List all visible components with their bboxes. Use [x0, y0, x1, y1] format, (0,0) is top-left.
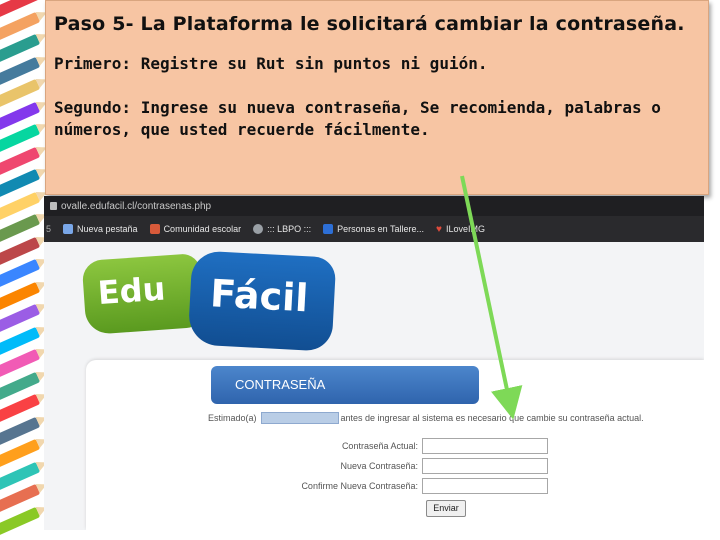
current-password-row: Contraseña Actual: — [264, 438, 548, 454]
heart-icon: ♥ — [436, 223, 442, 235]
book-icon — [149, 224, 160, 234]
password-form-panel: CONTRASEÑA Estimado(a) antes de ingresar… — [86, 360, 704, 530]
current-password-input[interactable] — [422, 438, 548, 454]
bookmark-label: Personas en Tallere... — [337, 224, 425, 234]
browser-screenshot: ovalle.edufacil.cl/contrasenas.php 5 Nue… — [44, 196, 704, 530]
estimado-suffix: antes de ingresar al sistema es necesari… — [340, 413, 644, 423]
bookmark-personas-talleres[interactable]: Personas en Tallere... — [323, 224, 424, 234]
logo-facil-text: Fácil — [209, 271, 310, 321]
instruction-step2: Segundo: Ingrese su nueva contraseña, Se… — [54, 97, 698, 141]
confirm-password-label: Confirme Nueva Contraseña: — [301, 481, 418, 491]
instruction-step2-line1: Segundo: Ingrese su nueva contraseña, Se… — [54, 98, 661, 117]
bookmark-lbpo[interactable]: ::: LBPO ::: — [253, 224, 311, 234]
estimado-prefix: Estimado(a) — [208, 413, 257, 423]
bookmark-nueva-pestana[interactable]: Nueva pestaña — [63, 224, 138, 234]
new-password-label: Nueva Contraseña: — [340, 461, 418, 471]
instruction-step2-line2: números, que usted recuerde fácilmente. — [54, 120, 430, 139]
bluejeans-icon — [323, 224, 334, 234]
bookmark-label: Nueva pestaña — [77, 224, 138, 234]
new-password-row: Nueva Contraseña: — [264, 458, 548, 474]
bookmark-comunidad-escolar[interactable]: Comunidad escolar — [149, 224, 242, 234]
confirm-password-row: Confirme Nueva Contraseña: — [264, 478, 548, 494]
colored-pencils-border — [0, 0, 46, 540]
logo-edu-text: Edu — [96, 269, 167, 313]
current-password-label: Contraseña Actual: — [341, 441, 418, 451]
edufacil-page: Edu Fácil CONTRASEÑA Estimado(a) antes d… — [44, 242, 704, 530]
lock-icon — [50, 202, 57, 210]
globe-icon — [253, 224, 264, 234]
instruction-box: Paso 5- La Plataforma le solicitará camb… — [45, 0, 709, 195]
new-password-input[interactable] — [422, 458, 548, 474]
pencil-decoration — [0, 506, 41, 537]
url-text: ovalle.edufacil.cl/contrasenas.php — [61, 201, 212, 212]
bookmark-label: Comunidad escolar — [163, 224, 242, 234]
password-header: CONTRASEÑA — [211, 366, 479, 404]
confirm-password-input[interactable] — [422, 478, 548, 494]
user-name-highlight — [260, 412, 339, 424]
bookmarks-bar: 5 Nueva pestaña Comunidad escolar ::: LB… — [44, 216, 704, 242]
address-bar[interactable]: ovalle.edufacil.cl/contrasenas.php — [44, 196, 704, 216]
enviar-button-wrap: Enviar — [426, 498, 466, 517]
enviar-button[interactable]: Enviar — [426, 499, 466, 517]
page-icon — [63, 224, 74, 234]
bookmark-label: ILoveIMG — [445, 224, 485, 234]
estimado-message: Estimado(a) antes de ingresar al sistema… — [208, 412, 644, 424]
instruction-step1: Primero: Registre su Rut sin puntos ni g… — [54, 54, 488, 73]
logo-facil: Fácil — [187, 250, 337, 352]
tab-edge: 5 — [46, 224, 52, 234]
logo-edu: Edu — [81, 252, 205, 336]
instruction-title: Paso 5- La Plataforma le solicitará camb… — [54, 13, 685, 35]
bookmark-label: ::: LBPO ::: — [267, 224, 312, 234]
bookmark-iloveimg[interactable]: ♥ ILoveIMG — [436, 224, 485, 235]
